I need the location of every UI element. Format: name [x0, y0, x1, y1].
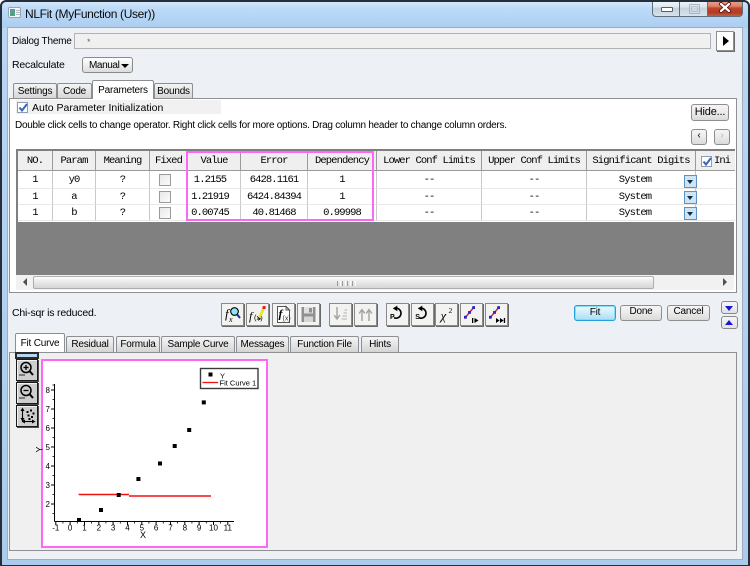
svg-text:8: 8 — [46, 386, 51, 395]
svg-text:6: 6 — [46, 424, 51, 433]
svg-text:10: 10 — [209, 524, 218, 533]
svg-text:Fit Curve 1: Fit Curve 1 — [220, 379, 257, 388]
svg-text:S: S — [415, 314, 420, 321]
svg-text:8: 8 — [183, 524, 188, 533]
svg-text:3: 3 — [46, 481, 51, 490]
svg-text:3: 3 — [111, 524, 116, 533]
svg-text:11: 11 — [224, 524, 233, 533]
svg-text:1: 1 — [82, 524, 87, 533]
svg-text:-1: -1 — [52, 524, 60, 533]
svg-text:0: 0 — [68, 524, 73, 533]
svg-text:P: P — [390, 314, 395, 321]
svg-text:2: 2 — [97, 524, 102, 533]
svg-text:2: 2 — [46, 500, 51, 509]
svg-text:5: 5 — [46, 443, 51, 452]
svg-text:7: 7 — [46, 405, 51, 414]
svg-text:x: x — [228, 315, 233, 324]
svg-text:(x): (x) — [283, 316, 291, 323]
svg-text:7: 7 — [168, 524, 173, 533]
svg-text:4: 4 — [46, 462, 51, 471]
svg-text:4: 4 — [125, 524, 130, 533]
svg-text:9: 9 — [197, 524, 202, 533]
svg-text:6: 6 — [154, 524, 159, 533]
svg-text:X: X — [140, 530, 146, 540]
svg-text:χ: χ — [439, 308, 447, 323]
svg-text:2: 2 — [449, 306, 453, 315]
